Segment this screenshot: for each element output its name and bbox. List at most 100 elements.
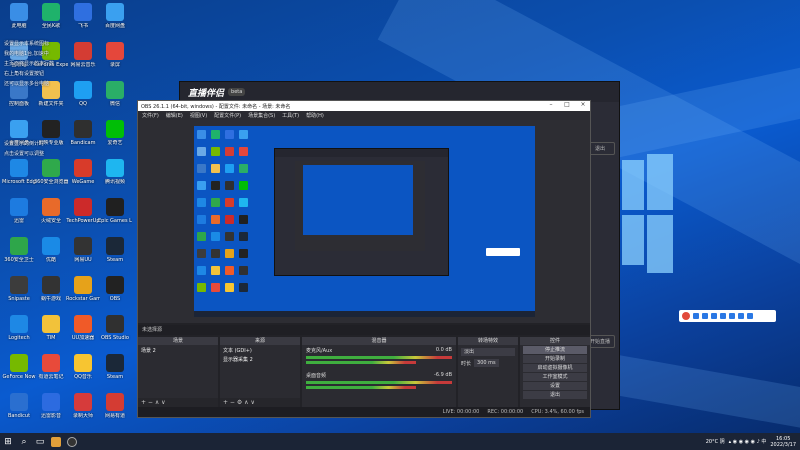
mic-icon[interactable] xyxy=(711,313,717,319)
preview-icon xyxy=(197,215,206,224)
desktop-icon[interactable]: Bandicut xyxy=(2,393,36,419)
desktop-icon[interactable]: 360安全浏览器 xyxy=(34,159,68,185)
duration-input[interactable]: 300 ms xyxy=(474,359,499,367)
desktop-icon[interactable]: UU加速器 xyxy=(66,315,100,341)
desktop-icon[interactable]: 全民K歌 xyxy=(34,3,68,29)
desktop-icon[interactable]: 蜗牛游戏 xyxy=(34,276,68,302)
preview-icon xyxy=(211,181,220,190)
desktop-icon[interactable]: 有道云笔记 xyxy=(34,354,68,380)
preview-icon xyxy=(197,198,206,207)
scene-item[interactable]: 场景 2 xyxy=(138,345,218,356)
desktop-icon[interactable]: Snipaste xyxy=(2,276,36,302)
menu-icon[interactable] xyxy=(747,313,753,319)
volume-slider[interactable] xyxy=(306,361,416,364)
tray-icons[interactable]: ▴ ◉ ◉ ◉ ◉ ♪ 中 xyxy=(729,438,767,445)
sources-toolbar[interactable]: + − ⚙ ∧ ∨ xyxy=(220,398,300,407)
desktop-icon[interactable]: TechPowerUp xyxy=(66,198,100,224)
preview-icon xyxy=(225,130,234,139)
preview-icon xyxy=(211,283,220,292)
desktop-icon[interactable]: 录屏 xyxy=(98,42,132,68)
desktop-icon[interactable]: 网易UU xyxy=(66,237,100,263)
desktop-icon[interactable]: 飞书 xyxy=(66,3,100,29)
task-view-icon[interactable]: ▭ xyxy=(32,433,48,450)
desktop-icon-label: 迅雷影音 xyxy=(40,413,61,419)
desktop-icon[interactable]: 腾讯视频 xyxy=(98,159,132,185)
obs-window[interactable]: OBS 26.1.1 (64-bit, windows) - 配置文件: 未命名… xyxy=(137,100,591,418)
camera-icon[interactable] xyxy=(729,313,735,319)
desktop-icon[interactable]: 网易云音乐 xyxy=(66,42,100,68)
desktop-icon[interactable]: 百度网盘 xyxy=(98,3,132,29)
desktop-icon[interactable]: 微信 xyxy=(98,81,132,107)
desktop-icon[interactable]: GeForce Now xyxy=(2,354,36,380)
menu-item[interactable]: 配置文件(P) xyxy=(214,112,241,119)
desktop-icon[interactable]: 360安全卫士 xyxy=(2,237,36,263)
desktop-icon[interactable]: 此电脑 xyxy=(2,3,36,29)
desktop-icon[interactable]: 网易有道 xyxy=(98,393,132,419)
desktop-icon[interactable]: 火绒安全 xyxy=(34,198,68,224)
desktop-icon[interactable]: Logitech xyxy=(2,315,36,341)
desktop-icon[interactable]: QQ音乐 xyxy=(66,354,100,380)
desktop-icon[interactable]: OBS Studio xyxy=(98,315,132,341)
scenes-toolbar[interactable]: + − ∧ ∨ xyxy=(138,398,218,407)
menu-item[interactable]: 帮助(H) xyxy=(306,112,324,119)
desktop-icon[interactable]: 爱奇艺 xyxy=(98,120,132,146)
desktop-icon[interactable]: Microsoft Edge xyxy=(2,159,36,185)
source-item[interactable]: 显示器采集 2 xyxy=(220,356,300,363)
desktop-icon[interactable]: QQ xyxy=(66,81,100,107)
desktop-icon[interactable]: 迅雷 xyxy=(2,198,36,224)
menu-item[interactable]: 编辑(E) xyxy=(166,112,183,119)
virtual-camera-button[interactable]: 启动虚拟摄像机 xyxy=(523,364,587,372)
app-icon xyxy=(74,120,92,138)
desktop-icon[interactable]: OBS xyxy=(98,276,132,302)
search-icon[interactable]: ⌕ xyxy=(16,433,32,450)
transition-select[interactable]: 淡出 xyxy=(461,348,515,356)
app-icon xyxy=(10,120,28,138)
desktop-icon-label: 腾讯视频 xyxy=(104,179,125,185)
settings-button[interactable]: 设置 xyxy=(523,382,587,390)
source-item[interactable]: 文本 (GDI+) xyxy=(220,345,300,356)
desktop-icon-label: 录屏 xyxy=(109,62,120,68)
desktop-icon[interactable]: WeGame xyxy=(66,159,100,185)
desktop-icon-label: Bandicut xyxy=(7,413,31,419)
clock[interactable]: 16:05 2022/3/17 xyxy=(770,436,796,448)
close-icon[interactable]: × xyxy=(576,101,590,111)
speaker-icon[interactable] xyxy=(720,313,726,319)
start-recording-button[interactable]: 开始录制 xyxy=(523,355,587,363)
desktop-icon[interactable]: Rockstar Games Launcher xyxy=(66,276,100,302)
desktop-icon[interactable]: TIM xyxy=(34,315,68,341)
live-app-taskbar-icon[interactable] xyxy=(48,433,64,450)
desktop-icon[interactable]: 优酷 xyxy=(34,237,68,263)
preview-icon xyxy=(211,198,220,207)
stop-streaming-button[interactable]: 停止推流 xyxy=(523,346,587,354)
menu-item[interactable]: 工具(T) xyxy=(282,112,299,119)
volume-slider[interactable] xyxy=(306,386,416,389)
pin-icon[interactable] xyxy=(702,313,708,319)
maximize-icon[interactable]: □ xyxy=(560,101,574,111)
windows-icon[interactable]: ⊞ xyxy=(0,433,16,450)
studio-mode-button[interactable]: 工作室模式 xyxy=(523,373,587,381)
preview-icon xyxy=(225,283,234,292)
desktop-icon-label: Logitech xyxy=(8,335,30,341)
brush-icon[interactable] xyxy=(738,313,744,319)
screen-icon[interactable] xyxy=(693,313,699,319)
desktop-icon[interactable]: Epic Games Launcher xyxy=(98,198,132,224)
transitions-title: 转场特效 xyxy=(458,337,518,345)
preview-canvas[interactable] xyxy=(194,126,535,317)
minimize-icon[interactable]: – xyxy=(544,101,558,111)
record-icon[interactable] xyxy=(682,312,690,320)
desktop-icon[interactable]: Bandicam xyxy=(66,120,100,146)
obs-taskbar-icon[interactable] xyxy=(64,433,80,450)
desktop-icon[interactable]: 迅雷影音 xyxy=(34,393,68,419)
menu-item[interactable]: 视图(V) xyxy=(190,112,207,119)
menu-item[interactable]: 场景集合(S) xyxy=(248,112,275,119)
app-icon xyxy=(74,393,92,411)
menu-item[interactable]: 文件(F) xyxy=(142,112,159,119)
obs-preview-area xyxy=(138,120,590,323)
floating-toolbar[interactable] xyxy=(679,310,776,322)
weather-text[interactable]: 20°C 阴 xyxy=(706,438,725,445)
desktop-icon[interactable]: Steam xyxy=(98,354,132,380)
desktop-icon[interactable]: 录制大师 xyxy=(66,393,100,419)
app-icon xyxy=(10,3,28,21)
exit-button[interactable]: 退出 xyxy=(523,391,587,399)
desktop-icon[interactable]: Steam xyxy=(98,237,132,263)
